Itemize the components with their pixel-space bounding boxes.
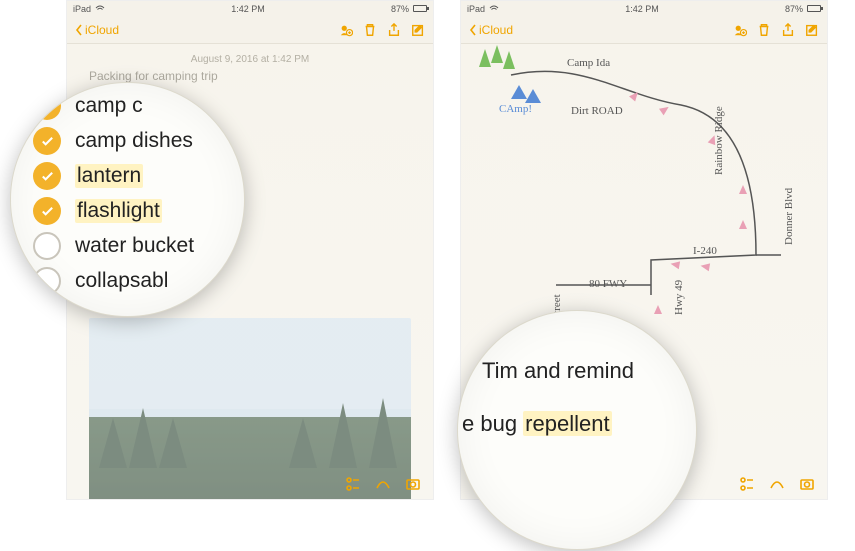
checklist-icon[interactable]: [345, 476, 361, 492]
device-label: iPad: [467, 4, 485, 14]
checkbox-checked-icon[interactable]: [33, 162, 61, 190]
checklist-label: camp c: [75, 94, 143, 118]
collaborate-icon[interactable]: [733, 23, 747, 37]
note-text-line: Tim and remind: [482, 345, 696, 398]
checklist-row[interactable]: camp dishes: [33, 127, 222, 155]
sketch-label: 80 FWY: [589, 278, 627, 290]
checkbox-checked-icon[interactable]: [33, 92, 61, 120]
trash-icon[interactable]: [363, 23, 377, 37]
note-timestamp: August 9, 2016 at 1:42 PM: [67, 44, 433, 69]
nav-bar: iCloud: [67, 16, 433, 44]
chevron-left-icon: [469, 24, 477, 36]
compose-icon[interactable]: [411, 23, 425, 37]
trash-icon[interactable]: [757, 23, 771, 37]
device-label: iPad: [73, 4, 91, 14]
checklist-row[interactable]: collapsabl: [33, 267, 222, 295]
note-text-highlighted: repellent: [523, 411, 611, 436]
checklist-label: camp dishes: [75, 129, 193, 153]
sketch-label: Donner Blvd: [783, 188, 795, 245]
bottom-toolbar: [67, 469, 433, 499]
checkbox-unchecked-icon[interactable]: [33, 232, 61, 260]
clock: 1:42 PM: [625, 4, 659, 14]
checkbox-unchecked-icon[interactable]: [33, 267, 61, 295]
note-title: Packing for camping trip: [89, 69, 411, 83]
note-text: e bug: [462, 411, 523, 436]
back-label: iCloud: [85, 23, 119, 37]
status-bar: iPad 1:42 PM 87%: [67, 1, 433, 16]
magnifier-right: Tim and remind e bug repellent: [457, 310, 697, 550]
checklist-label-highlighted: lantern: [75, 164, 143, 188]
checklist-icon[interactable]: [739, 476, 755, 492]
share-icon[interactable]: [781, 23, 795, 37]
nav-bar: iCloud: [461, 16, 827, 44]
collaborate-icon[interactable]: [339, 23, 353, 37]
checklist-label: water bucket: [75, 234, 194, 258]
battery-icon: [413, 5, 427, 12]
checklist-row[interactable]: water bucket: [33, 232, 222, 260]
camera-icon[interactable]: [405, 476, 421, 492]
checkbox-checked-icon[interactable]: [33, 127, 61, 155]
camera-icon[interactable]: [799, 476, 815, 492]
back-button[interactable]: iCloud: [75, 23, 119, 37]
battery-pct: 87%: [785, 4, 803, 14]
compose-icon[interactable]: [805, 23, 819, 37]
sketch-path: [501, 65, 781, 295]
checklist-row[interactable]: flashlight: [33, 197, 222, 225]
sketch-icon[interactable]: [769, 476, 785, 492]
note-text-line: e bug repellent: [462, 398, 696, 451]
wifi-icon: [95, 5, 105, 13]
back-button[interactable]: iCloud: [469, 23, 513, 37]
sketch-icon[interactable]: [375, 476, 391, 492]
checkbox-checked-icon[interactable]: [33, 197, 61, 225]
back-label: iCloud: [479, 23, 513, 37]
magnifier-left: camp c camp dishes lantern flashlight wa…: [10, 82, 245, 317]
battery-pct: 87%: [391, 4, 409, 14]
note-text: Tim and remind: [482, 358, 634, 383]
sketch-label: Hwy 49: [673, 280, 685, 315]
status-bar: iPad 1:42 PM 87%: [461, 1, 827, 16]
checklist-label-highlighted: flashlight: [75, 199, 162, 223]
clock: 1:42 PM: [231, 4, 265, 14]
battery-icon: [807, 5, 821, 12]
share-icon[interactable]: [387, 23, 401, 37]
wifi-icon: [489, 5, 499, 13]
sketch-label: I-240: [693, 245, 717, 257]
chevron-left-icon: [75, 24, 83, 36]
checklist-label: collapsabl: [75, 269, 168, 293]
checklist-row[interactable]: lantern: [33, 162, 222, 190]
